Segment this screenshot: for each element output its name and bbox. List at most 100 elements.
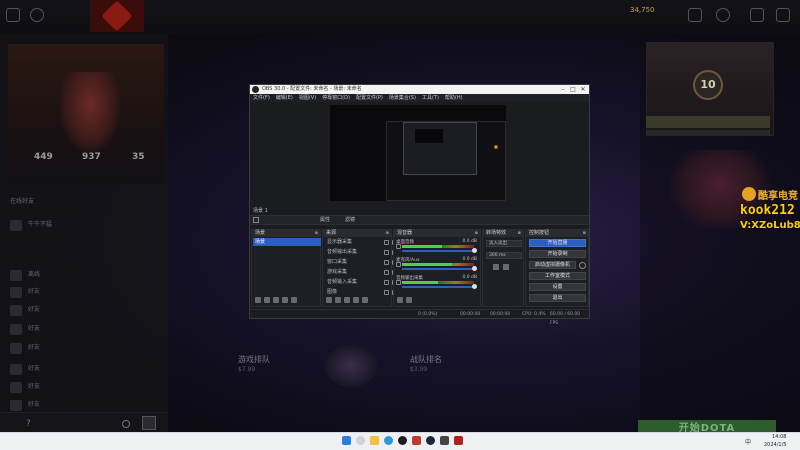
volume-slider[interactable] [402, 250, 474, 252]
add-icon[interactable] [493, 264, 499, 270]
filter-icon[interactable] [273, 297, 279, 303]
dock-menu-icon[interactable]: ▪ [475, 230, 478, 237]
promo-title[interactable]: 战队排名 [410, 354, 442, 365]
friend-item[interactable]: 好友 [28, 323, 148, 335]
input-language-indicator[interactable]: 中 [745, 437, 751, 446]
add-icon[interactable] [255, 297, 261, 303]
properties-button[interactable]: 属性 [320, 216, 330, 224]
system-clock[interactable]: 14:08 2024/1/5 [764, 433, 786, 449]
menu-profile[interactable]: 配置文件(P) [356, 94, 383, 102]
obs-window[interactable]: OBS 30.0 - 配置文件: 未命名 - 场景: 未命名 – □ ✕ 文件(… [249, 84, 590, 326]
menu-docks[interactable]: 停靠窗口(D) [322, 94, 350, 102]
menu-view[interactable]: 视图(V) [299, 94, 316, 102]
minimize-icon[interactable]: – [558, 85, 568, 94]
mute-icon[interactable] [396, 244, 401, 249]
more-icon[interactable] [406, 297, 412, 303]
search-icon[interactable] [356, 436, 365, 445]
source-item[interactable]: 音频输入采集 [327, 278, 389, 287]
promo-title[interactable]: 游戏排队 [238, 354, 270, 365]
mute-icon[interactable] [396, 262, 401, 267]
dota-taskbar-icon[interactable] [412, 436, 421, 445]
menu-edit[interactable]: 编辑(E) [276, 94, 293, 102]
steam-icon[interactable] [426, 436, 435, 445]
visibility-icon[interactable] [384, 290, 389, 295]
visibility-icon[interactable] [384, 270, 389, 275]
move-down-icon[interactable] [362, 297, 368, 303]
remove-icon[interactable] [503, 264, 509, 270]
source-item[interactable]: 窗口采集 [327, 258, 389, 267]
add-icon[interactable] [326, 297, 332, 303]
start-virtual-camera-button[interactable]: 启动虚拟摄像机 [529, 261, 576, 269]
friend-item[interactable]: 好友 [28, 286, 148, 298]
studio-mode-button[interactable]: 工作室模式 [529, 272, 586, 280]
edge-browser-icon[interactable] [384, 436, 393, 445]
friend-item[interactable]: 好友 [28, 381, 148, 393]
filters-button[interactable]: 滤镜 [345, 216, 355, 224]
maximize-icon[interactable]: □ [568, 85, 578, 94]
dock-menu-icon[interactable]: ▪ [315, 230, 318, 237]
obs-taskbar-icon[interactable] [398, 436, 407, 445]
volume-slider-handle[interactable] [472, 248, 477, 253]
move-up-icon[interactable] [353, 297, 359, 303]
close-icon[interactable]: ✕ [578, 85, 588, 94]
remove-icon[interactable] [264, 297, 270, 303]
friend-item[interactable]: 离线 [28, 269, 148, 281]
friend-item[interactable]: 好友 [28, 342, 148, 354]
move-down-icon[interactable] [291, 297, 297, 303]
file-explorer-icon[interactable] [370, 436, 379, 445]
news-icon[interactable] [716, 8, 730, 22]
friend-item[interactable]: 牛牛不猛 [28, 219, 148, 231]
transition-type-select[interactable]: 淡入淡出 [486, 240, 522, 247]
store-icon[interactable] [688, 8, 702, 22]
volume-slider[interactable] [402, 268, 474, 270]
dock-menu-icon[interactable]: ▪ [518, 230, 521, 237]
settings-icon[interactable] [122, 420, 130, 428]
gear-icon[interactable] [344, 297, 350, 303]
friend-item[interactable]: 好友 [28, 363, 148, 375]
sources-dock-header: 来源 ▪ [323, 230, 391, 237]
remove-icon[interactable] [335, 297, 341, 303]
obs-title-bar[interactable]: OBS 30.0 - 配置文件: 未命名 - 场景: 未命名 – □ ✕ [250, 85, 589, 94]
volume-slider[interactable] [402, 286, 474, 288]
source-item[interactable]: 显示器采集 [327, 238, 389, 247]
visibility-icon[interactable] [384, 240, 389, 245]
obs-app-icon [252, 86, 259, 93]
menu-help[interactable]: 帮助(H) [445, 94, 463, 102]
dota-logo[interactable] [90, 0, 144, 32]
scene-item[interactable]: 场景 [253, 238, 321, 246]
friend-item[interactable]: 好友 [28, 304, 148, 316]
friends-header[interactable]: 在线好友 [10, 196, 34, 205]
settings-icon[interactable] [6, 8, 20, 22]
chat-icon[interactable] [142, 416, 156, 430]
gear-icon[interactable] [397, 297, 403, 303]
start-recording-button[interactable]: 开始录制 [529, 250, 586, 258]
menu-tools[interactable]: 工具(T) [422, 94, 439, 102]
source-item[interactable]: 音频输出采集 [327, 248, 389, 257]
volume-slider-handle[interactable] [472, 284, 477, 289]
visibility-icon[interactable] [384, 260, 389, 265]
visibility-icon[interactable] [384, 280, 389, 285]
transition-duration-field[interactable]: 300 ms [486, 252, 522, 259]
volume-slider-handle[interactable] [472, 266, 477, 271]
shield-icon[interactable] [750, 8, 764, 22]
source-item[interactable]: 图像 [327, 288, 389, 297]
windows-start-icon[interactable] [342, 436, 351, 445]
help-icon[interactable]: ? [26, 419, 31, 429]
menu-file[interactable]: 文件(F) [253, 94, 270, 102]
visibility-icon[interactable] [384, 250, 389, 255]
app-icon[interactable] [454, 436, 463, 445]
move-up-icon[interactable] [282, 297, 288, 303]
settings-button[interactable]: 设置 [529, 283, 586, 291]
exit-button[interactable]: 退出 [529, 294, 586, 302]
start-streaming-button[interactable]: 开始直播 [529, 239, 586, 247]
mute-icon[interactable] [396, 280, 401, 285]
gear-icon[interactable] [579, 262, 586, 269]
dock-menu-icon[interactable]: ▪ [386, 230, 389, 237]
source-item[interactable]: 游戏采集 [327, 268, 389, 277]
home-icon[interactable] [30, 8, 44, 22]
dock-menu-icon[interactable]: ▪ [583, 230, 586, 237]
menu-scene-collection[interactable]: 场景集合(S) [389, 94, 416, 102]
app-icon[interactable] [440, 436, 449, 445]
friend-item[interactable]: 好友 [28, 399, 148, 411]
power-icon[interactable] [776, 8, 790, 22]
